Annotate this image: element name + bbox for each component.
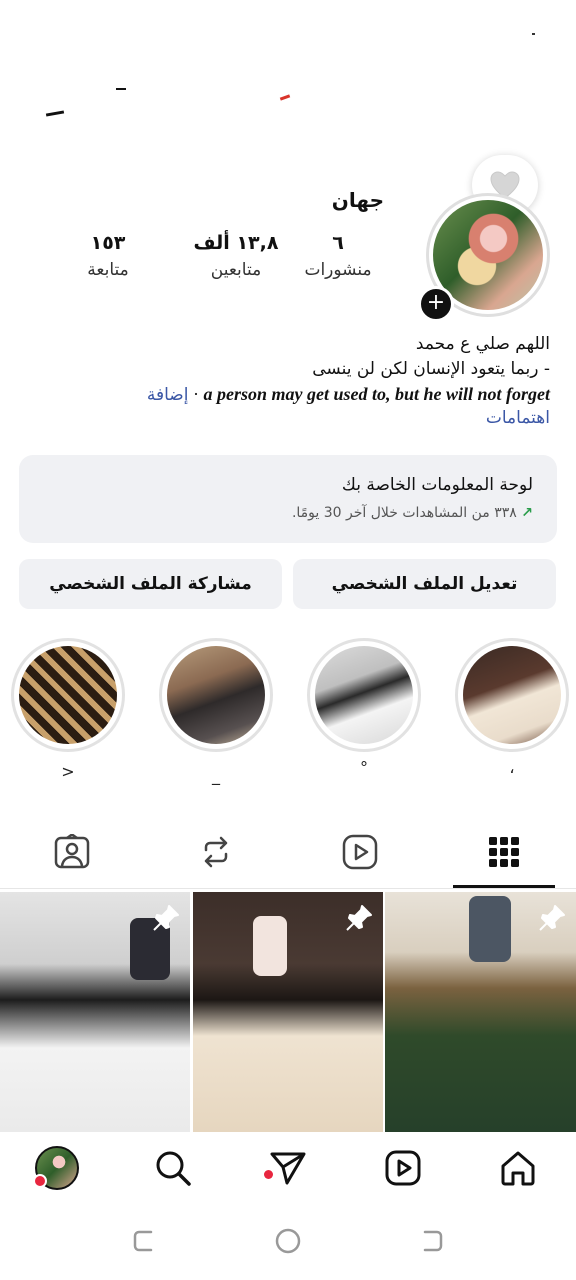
bio-line-1: اللهم صلي ع محمد <box>415 334 550 354</box>
post-3[interactable] <box>0 892 190 1132</box>
share-profile-button[interactable]: مشاركة الملف الشخصي <box>19 559 282 609</box>
stat-following-value: ١٥٣ <box>90 232 126 254</box>
edit-profile-button[interactable]: تعديل الملف الشخصي <box>293 559 556 609</box>
bio-english-line: إضافة · a person may get used to, but he… <box>147 384 550 405</box>
stat-posts[interactable]: ٦ منشورات <box>300 232 376 280</box>
stat-followers[interactable]: ١٣,٨ ألف متابعين <box>186 232 286 280</box>
stat-followers-value: ١٣,٨ ألف <box>193 232 279 254</box>
dashboard-views-text: ٣٣٨ من المشاهدات خلال آخر 30 يومًا. <box>291 505 517 521</box>
post-1-phone <box>469 896 511 962</box>
tab-reels[interactable] <box>338 830 382 874</box>
bio-separator: · <box>192 384 199 404</box>
direct-icon <box>270 1152 306 1185</box>
highlight-4-image <box>19 646 117 744</box>
dashboard-title: لوحة المعلومات الخاصة بك <box>341 475 533 495</box>
highlight-4-label: > <box>61 762 75 781</box>
highlight-4[interactable] <box>11 638 125 752</box>
tab-reposts[interactable] <box>194 830 238 874</box>
stat-posts-value: ٦ <box>332 232 344 254</box>
nav-reels[interactable] <box>381 1146 425 1190</box>
search-icon <box>156 1151 191 1186</box>
interests-link[interactable]: اهتمامات <box>486 408 550 428</box>
nav-direct[interactable] <box>264 1146 310 1190</box>
repost-icon <box>204 836 228 868</box>
system-back-button[interactable] <box>416 1225 448 1257</box>
recents-icon <box>133 1230 153 1252</box>
highlight-3-image <box>167 646 265 744</box>
highlight-1[interactable] <box>455 638 569 752</box>
nav-home[interactable] <box>496 1146 540 1190</box>
profile-username: جهان <box>331 188 384 212</box>
pin-icon <box>539 905 565 931</box>
add-link[interactable]: إضافة <box>147 385 189 405</box>
bio-line-2: - ربما يتعود الإنسان لكن لن ينسى <box>312 359 550 379</box>
system-recents-button[interactable] <box>128 1225 160 1257</box>
tagged-icon <box>54 834 90 869</box>
stat-followers-label: متابعين <box>210 260 262 280</box>
grid-icon <box>489 837 519 867</box>
notification-dot <box>33 1174 47 1188</box>
home-icon <box>501 1151 535 1186</box>
stat-following[interactable]: ١٥٣ متابعة <box>68 232 148 280</box>
highlight-2-label: ° <box>360 758 368 777</box>
pin-icon <box>346 905 372 931</box>
post-2-phone <box>253 916 287 976</box>
tabs-divider <box>0 888 576 889</box>
highlight-1-label: ، <box>509 758 515 777</box>
system-home-button[interactable] <box>272 1225 304 1257</box>
reels-icon <box>385 1150 421 1186</box>
highlight-1-image <box>463 646 561 744</box>
professional-dashboard[interactable]: لوحة المعلومات الخاصة بك ↗ ٣٣٨ من المشاه… <box>19 455 557 543</box>
nav-search[interactable] <box>151 1146 195 1190</box>
notification-dot <box>264 1170 273 1179</box>
post-2[interactable] <box>193 892 383 1132</box>
stat-posts-label: منشورات <box>304 260 372 280</box>
tab-tagged[interactable] <box>50 830 94 874</box>
pin-icon <box>153 905 179 931</box>
trend-up-icon: ↗ <box>521 505 533 521</box>
reels-icon <box>342 834 378 870</box>
highlight-2-image <box>315 646 413 744</box>
highlight-3-label: _ <box>212 766 220 785</box>
highlight-3[interactable] <box>159 638 273 752</box>
highlight-2[interactable] <box>307 638 421 752</box>
stat-following-label: متابعة <box>87 260 129 280</box>
nav-profile[interactable] <box>33 1146 79 1190</box>
bio-english-text: a person may get used to, but he will no… <box>203 384 550 404</box>
post-1[interactable] <box>385 892 576 1132</box>
back-icon <box>423 1230 443 1252</box>
home-circle-icon <box>275 1228 301 1254</box>
tab-grid[interactable] <box>482 830 526 874</box>
dashboard-subtitle: ↗ ٣٣٨ من المشاهدات خلال آخر 30 يومًا. <box>292 505 533 521</box>
add-story-icon[interactable]: + <box>418 286 454 322</box>
